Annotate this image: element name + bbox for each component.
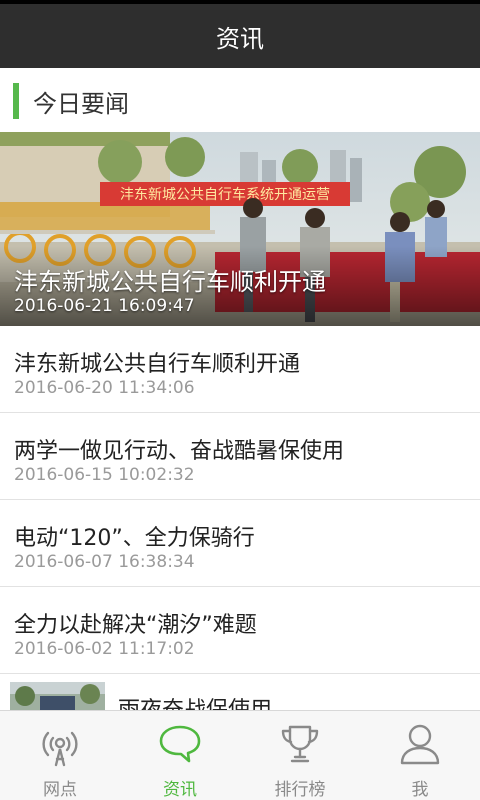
news-list-item[interactable]: 电动“120”、全力保骑行 2016-06-07 16:38:34 [0,500,480,587]
tab-ranking[interactable]: 排行榜 [240,711,360,800]
user-icon [400,724,440,765]
news-list-item[interactable]: 沣东新城公共自行车顺利开通 2016-06-20 11:34:06 [0,326,480,413]
tab-news[interactable]: 资讯 [120,711,240,800]
news-timestamp: 2016-06-15 10:02:32 [14,465,195,485]
news-title: 两学一做见行动、奋战酷暑保使用 [14,439,345,464]
tab-me[interactable]: 我 [360,711,480,800]
section-title: 今日要闻 [33,89,129,118]
news-title: 全力以赴解决“潮汐”难题 [14,613,257,638]
tab-stations[interactable]: 网点 [0,711,120,800]
hero-title: 沣东新城公共自行车顺利开通 [14,268,326,296]
page-title: 资讯 [216,24,264,53]
tab-label: 网点 [43,780,77,800]
news-timestamp: 2016-06-02 11:17:02 [14,639,195,659]
tab-label: 排行榜 [274,780,326,800]
trophy-icon [281,725,319,763]
hero-news-card[interactable]: 沣东新城公共自行车系统开通运营 沣东新城公共自行车顺利开通 2016-06-21… [0,132,480,326]
bottom-tab-bar: 网点 资讯 排行榜 我 [0,710,480,800]
tab-label: 资讯 [163,780,197,800]
news-title: 沣东新城公共自行车顺利开通 [14,352,301,377]
section-header: 今日要闻 [0,72,480,130]
news-timestamp: 2016-06-07 16:38:34 [14,552,195,572]
section-accent-bar [13,83,19,119]
news-list-item[interactable]: 全力以赴解决“潮汐”难题 2016-06-02 11:17:02 [0,587,480,674]
news-list-item[interactable]: 两学一做见行动、奋战酷暑保使用 2016-06-15 10:02:32 [0,413,480,500]
top-header: 资讯 [0,0,480,68]
news-timestamp: 2016-06-20 11:34:06 [14,378,195,398]
news-list: 沣东新城公共自行车顺利开通 2016-06-20 11:34:06 两学一做见行… [0,326,480,674]
news-list-item-with-thumbnail[interactable]: 雨夜奋战保使用 [0,674,480,714]
hero-timestamp: 2016-06-21 16:09:47 [14,296,195,316]
station-icon [42,731,78,767]
chat-bubble-icon [159,725,201,763]
hero-banner-text: 沣东新城公共自行车系统开通运营 [120,186,330,203]
news-title: 电动“120”、全力保骑行 [14,526,255,551]
tab-label: 我 [411,780,429,800]
